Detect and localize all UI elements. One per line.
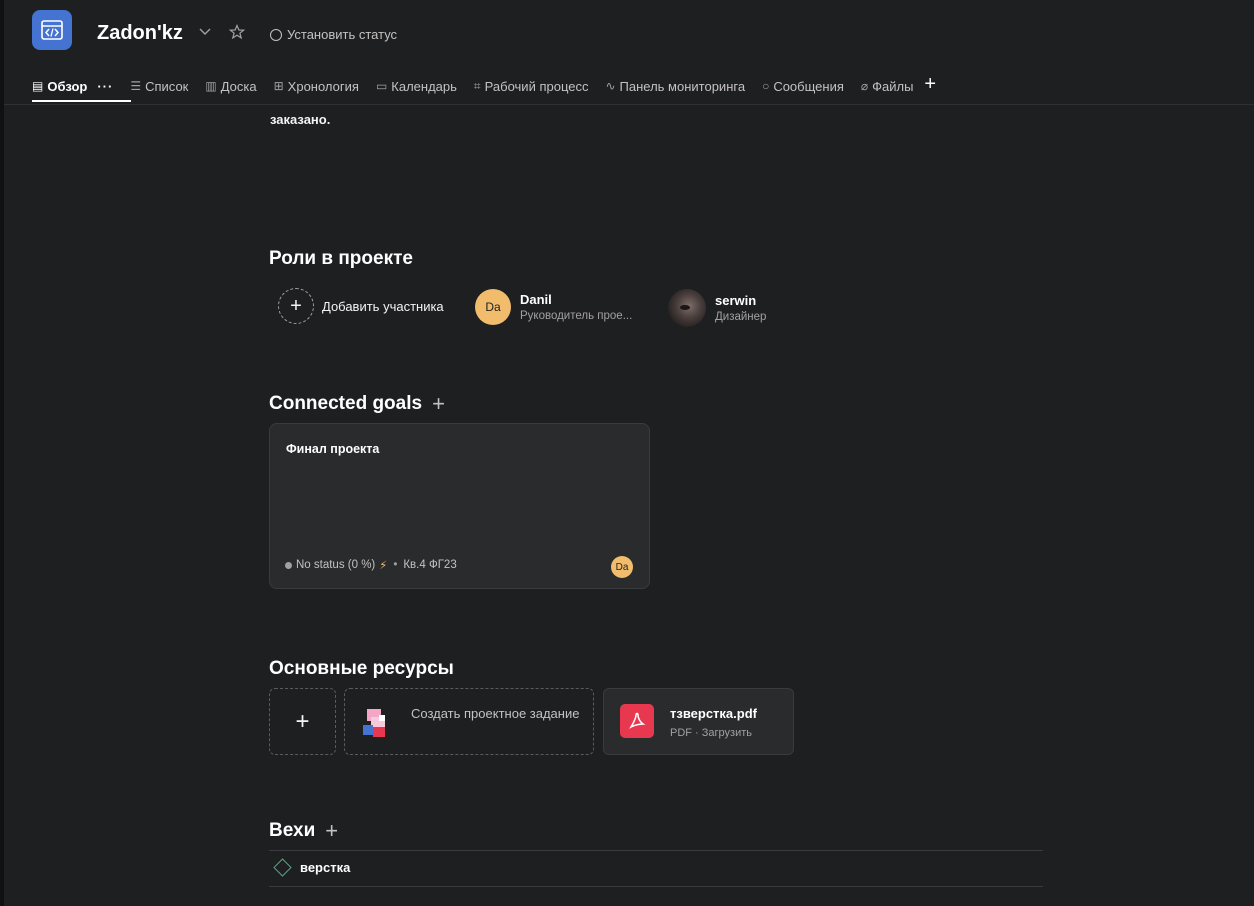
tab-workflow[interactable]: ⌗ Рабочий процесс xyxy=(474,74,589,98)
milestone-label: верстка xyxy=(300,860,351,875)
goal-owner-avatar: Da xyxy=(611,556,633,578)
board-icon: ▥ xyxy=(205,79,217,93)
tab-label: Обзор xyxy=(47,78,88,94)
divider xyxy=(269,850,1043,851)
tab-label: Список xyxy=(145,78,189,94)
roles-heading: Роли в проекте xyxy=(269,248,413,270)
avatar: Da xyxy=(475,289,511,325)
goals-heading-label: Connected goals xyxy=(269,393,423,414)
create-brief-button[interactable]: Создать проектное задание xyxy=(344,688,594,755)
tab-label: Хронология xyxy=(287,78,359,94)
calendar-icon: ▭ xyxy=(375,79,388,93)
milestones-heading: Вехи + xyxy=(269,820,338,842)
tab-timeline[interactable]: ⊞ Хронология xyxy=(274,74,359,98)
member-role: Дизайнер xyxy=(715,311,767,323)
clipboard-icon: ▤ xyxy=(32,79,44,93)
tab-label: Панель мониторинга xyxy=(619,78,746,94)
window-frame xyxy=(0,0,4,906)
tab-dashboard[interactable]: ∿ Панель мониторинга xyxy=(605,74,745,98)
paperclip-icon: ⌀ xyxy=(860,79,869,93)
goal-status: No status (0 %) xyxy=(296,559,376,571)
tab-label: Календарь xyxy=(391,78,457,94)
star-icon[interactable] xyxy=(229,24,245,40)
member-serwin[interactable]: serwin Дизайнер xyxy=(668,289,766,327)
goal-card[interactable]: Финал проекта No status (0 %) ⚡ • Кв.4 Ф… xyxy=(269,423,650,589)
divider xyxy=(269,886,1043,887)
add-member-button[interactable]: + Добавить участника xyxy=(278,288,444,324)
project-title[interactable]: Zadon'kz xyxy=(97,22,183,45)
chevron-down-icon[interactable] xyxy=(198,24,212,38)
project-tabs: ▤ Обзор ··· ☰ Список ▥ Доска ⊞ Хронологи… xyxy=(32,74,936,102)
status-dot-icon xyxy=(285,561,292,569)
milestone-row[interactable]: верстка xyxy=(273,858,351,877)
tab-label: Доска xyxy=(220,78,257,94)
set-status-label: Установить статус xyxy=(287,27,398,42)
tab-label: Рабочий процесс xyxy=(484,78,589,94)
goal-period: Кв.4 ФГ23 xyxy=(403,559,457,571)
list-icon: ☰ xyxy=(130,79,142,93)
add-resource-button[interactable]: + xyxy=(269,688,336,755)
add-milestone-button[interactable]: + xyxy=(325,820,338,842)
avatar-photo xyxy=(668,289,706,327)
code-window-icon xyxy=(41,20,63,40)
project-header: Zadon'kz Установить статус ▤ Обзор ··· ☰… xyxy=(4,0,1254,104)
resources-heading: Основные ресурсы xyxy=(269,658,454,680)
more-icon[interactable]: ··· xyxy=(97,79,113,94)
plus-icon: + xyxy=(278,288,314,324)
milestones-heading-label: Вехи xyxy=(269,820,316,841)
goal-title: Финал проекта xyxy=(286,442,380,456)
file-subtitle: PDF · Загрузить xyxy=(670,727,753,739)
member-name: Danil xyxy=(520,292,552,307)
tab-list[interactable]: ☰ Список xyxy=(130,74,188,98)
header-divider xyxy=(4,104,1254,105)
file-name: тзверстка.pdf xyxy=(670,706,757,721)
tab-board[interactable]: ▥ Доска xyxy=(205,74,256,98)
goal-meta: No status (0 %) ⚡ • Кв.4 ФГ23 xyxy=(285,558,457,572)
tab-files[interactable]: ⌀ Файлы xyxy=(861,74,914,98)
tab-messages[interactable]: ○ Сообщения xyxy=(762,74,844,98)
project-description: заказано. xyxy=(270,112,331,127)
timeline-icon: ⊞ xyxy=(273,79,284,93)
pdf-icon xyxy=(620,704,654,738)
add-tab-button[interactable]: + xyxy=(924,74,936,94)
member-name: serwin xyxy=(715,293,757,308)
set-status-button[interactable]: Установить статус xyxy=(270,27,397,42)
member-danil[interactable]: Da Danil Руководитель прое... xyxy=(475,289,632,325)
add-goal-button[interactable]: + xyxy=(432,393,445,415)
tab-calendar[interactable]: ▭ Календарь xyxy=(376,74,457,98)
project-brief-icon xyxy=(363,709,385,737)
acrobat-icon xyxy=(629,712,646,729)
bolt-icon: ⚡ xyxy=(379,560,388,572)
create-brief-label: Создать проектное задание xyxy=(411,706,580,721)
separator: • xyxy=(393,559,398,571)
milestone-diamond-icon[interactable] xyxy=(273,858,292,877)
goals-heading: Connected goals + xyxy=(269,393,445,415)
file-resource[interactable]: тзверстка.pdf PDF · Загрузить xyxy=(603,688,794,755)
resources-heading-label: Основные ресурсы xyxy=(269,658,454,679)
dashboard-icon: ∿ xyxy=(605,79,616,93)
tab-overview[interactable]: ▤ Обзор ··· xyxy=(32,74,132,102)
workflow-icon: ⌗ xyxy=(473,78,481,93)
project-icon[interactable] xyxy=(32,10,72,50)
member-role: Руководитель прое... xyxy=(520,310,633,322)
tab-label: Файлы xyxy=(872,78,914,94)
message-icon: ○ xyxy=(762,79,770,93)
add-member-label: Добавить участника xyxy=(322,298,444,314)
tab-label: Сообщения xyxy=(773,78,844,94)
roles-heading-label: Роли в проекте xyxy=(269,248,413,269)
status-circle-icon xyxy=(270,28,282,41)
